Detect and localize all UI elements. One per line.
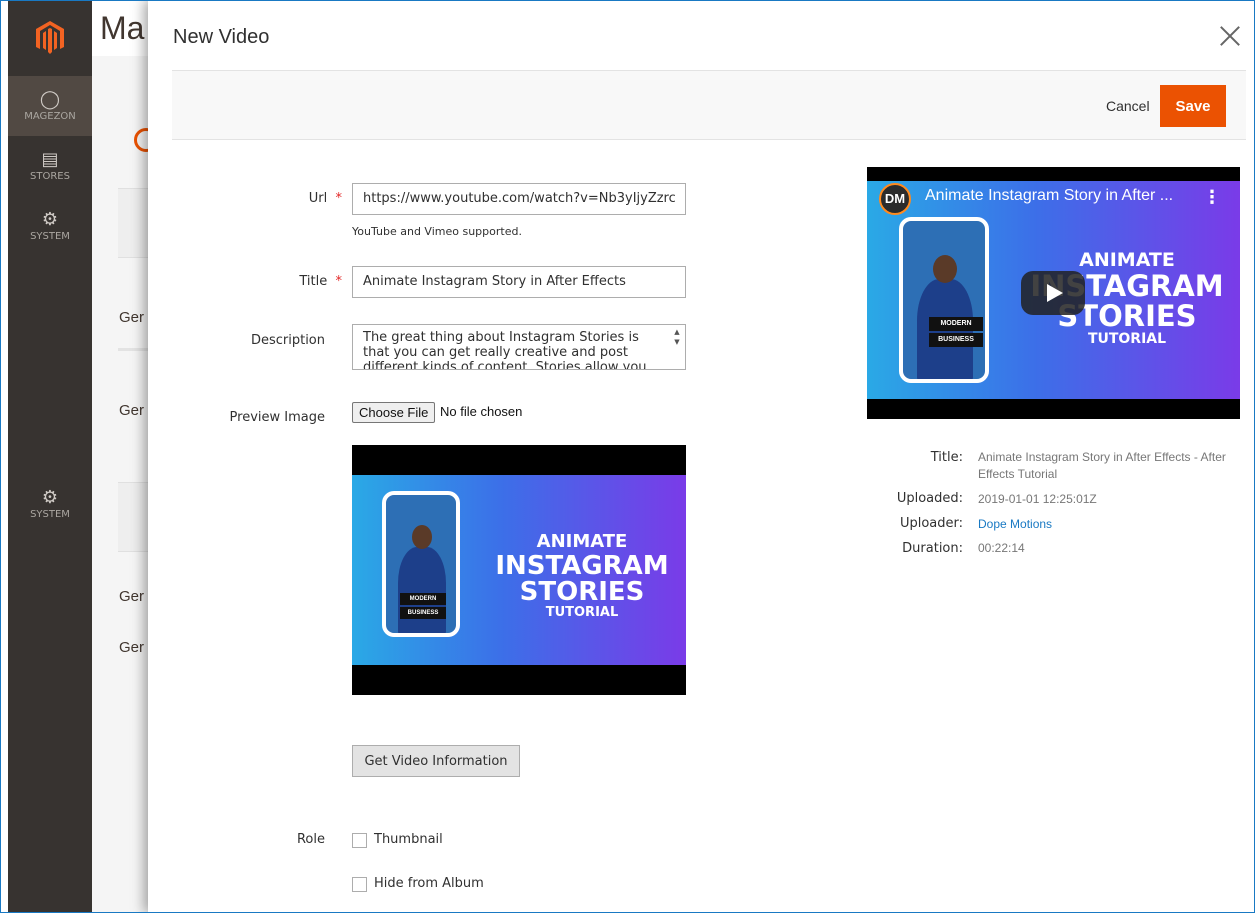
- thumbnail-checkbox[interactable]: [352, 833, 367, 848]
- sidebar-item-label: SYSTEM: [30, 508, 70, 520]
- thumb-word-3: STORIES: [519, 577, 645, 607]
- close-icon[interactable]: [1216, 22, 1244, 50]
- cancel-button[interactable]: Cancel: [1092, 91, 1164, 121]
- title-label: Title *: [248, 274, 342, 289]
- thumb-word-4: TUTORIAL: [545, 605, 619, 620]
- info-uploader-link[interactable]: Dope Motions: [978, 516, 1052, 533]
- person-graphic: [398, 547, 446, 633]
- get-video-information-button[interactable]: Get Video Information: [352, 745, 520, 777]
- no-file-text: No file chosen: [440, 404, 523, 419]
- info-uploader-label: Uploader:: [899, 516, 963, 531]
- info-uploaded-label: Uploaded:: [896, 491, 963, 506]
- admin-sidebar: ◯ MAGEZON ▤ STORES ⚙ SYSTEM ⚙ SYSTEM: [8, 0, 92, 913]
- person-graphic: [917, 279, 973, 379]
- magento-logo-icon: [36, 21, 64, 54]
- info-duration-label: Duration:: [902, 541, 963, 556]
- thumbnail-checkbox-label: Thumbnail: [374, 832, 443, 847]
- gear-icon: ⚙: [41, 208, 59, 230]
- modal-action-bar: Cancel Save: [172, 70, 1246, 140]
- magento-logo[interactable]: [8, 0, 92, 76]
- sidebar-item-system-2[interactable]: ⚙ SYSTEM: [8, 474, 92, 534]
- background-section-label: Ger: [119, 588, 145, 605]
- choose-file-button[interactable]: Choose File: [352, 402, 436, 423]
- textarea-scroll-icon[interactable]: ▲ ▼: [671, 327, 683, 347]
- title-input[interactable]: Animate Instagram Story in After Effects: [352, 266, 686, 298]
- gear-icon: ⚙: [41, 486, 59, 508]
- thumb-tag-business: BUSINESS: [400, 607, 446, 619]
- thumb-word-1: ANIMATE: [1079, 249, 1175, 271]
- info-uploaded-value: 2019-01-01 12:25:01Z: [978, 492, 1097, 506]
- url-note: YouTube and Vimeo supported.: [352, 225, 522, 238]
- person-head-graphic: [933, 255, 957, 283]
- sidebar-item-magezon[interactable]: ◯ MAGEZON: [8, 76, 92, 136]
- sidebar-item-label: MAGEZON: [24, 110, 76, 122]
- required-marker: *: [331, 274, 342, 289]
- preview-image: MODERN BUSINESS ANIMATE INSTAGRAM STORIE…: [352, 445, 686, 695]
- title-label-text: Title: [299, 274, 328, 289]
- url-input[interactable]: https://www.youtube.com/watch?v=Nb3yIjyZ…: [352, 183, 686, 215]
- description-textarea[interactable]: The great thing about Instagram Stories …: [352, 324, 686, 370]
- person-head-graphic: [412, 525, 432, 549]
- modal-title: New Video: [173, 26, 270, 48]
- info-title-value: Animate Instagram Story in After Effects…: [978, 450, 1226, 481]
- thumb-tag-business: BUSINESS: [929, 333, 983, 347]
- hide-from-album-checkbox[interactable]: [352, 877, 367, 892]
- background-page-title: Ma: [100, 10, 145, 46]
- save-button[interactable]: Save: [1160, 85, 1226, 127]
- background-section-label: Ger: [119, 639, 145, 656]
- video-title-link[interactable]: Animate Instagram Story in After ...: [925, 187, 1173, 205]
- phone-graphic: MODERN BUSINESS: [382, 491, 460, 637]
- role-label: Role: [296, 832, 325, 847]
- thumb-word-4: TUTORIAL: [1087, 331, 1167, 347]
- thumb-tag-modern: MODERN: [400, 593, 446, 605]
- magezon-icon: ◯: [39, 88, 61, 110]
- new-video-modal: New Video Cancel Save Url * https://www.…: [148, 0, 1255, 913]
- description-label: Description: [250, 333, 325, 348]
- background-section-label: Ger: [119, 402, 145, 419]
- phone-graphic: MODERN BUSINESS: [899, 217, 989, 383]
- play-button-icon[interactable]: [1021, 271, 1085, 315]
- background-section-label: Ger: [119, 309, 145, 326]
- stores-icon: ▤: [41, 148, 59, 170]
- sidebar-item-label: SYSTEM: [30, 230, 70, 242]
- hide-from-album-checkbox-label: Hide from Album: [374, 876, 484, 891]
- url-label-text: Url: [308, 191, 328, 206]
- sidebar-item-system[interactable]: ⚙ SYSTEM: [8, 196, 92, 256]
- sidebar-item-stores[interactable]: ▤ STORES: [8, 136, 92, 196]
- thumb-word-1: ANIMATE: [536, 531, 628, 552]
- preview-image-label: Preview Image: [229, 410, 325, 425]
- video-player[interactable]: MODERN BUSINESS ANIMATE INSTAGRAM STORIE…: [867, 167, 1240, 419]
- required-marker: *: [331, 191, 342, 206]
- info-title-label: Title:: [930, 450, 963, 465]
- info-duration-value: 00:22:14: [978, 541, 1025, 555]
- sidebar-item-label: STORES: [30, 170, 70, 182]
- channel-avatar[interactable]: DM: [879, 183, 911, 215]
- description-text: The great thing about Instagram Stories …: [363, 330, 647, 370]
- more-vertical-icon[interactable]: ⋮: [1203, 187, 1221, 208]
- thumb-tag-modern: MODERN: [929, 317, 983, 331]
- url-label: Url *: [248, 191, 342, 206]
